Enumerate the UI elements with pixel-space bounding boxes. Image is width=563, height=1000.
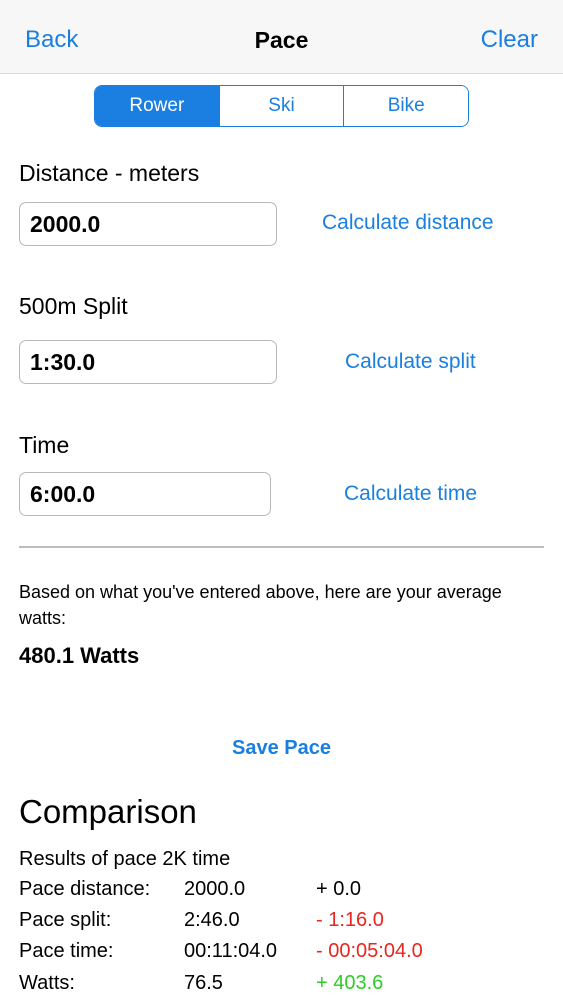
comparison-row-time: Pace time: 00:11:04.0 - 00:05:04.0	[19, 940, 559, 968]
average-watts-value: 480.1 Watts	[19, 643, 140, 668]
watts-info-text: Based on what you've entered above, here…	[19, 582, 502, 628]
comparison-diff: + 403.6	[316, 972, 384, 994]
comparison-value: 76.5	[184, 972, 223, 994]
clear-button[interactable]: Clear	[481, 26, 538, 54]
comparison-diff: - 1:16.0	[316, 909, 384, 931]
comparison-row-watts: Watts: 76.5 + 403.6	[19, 972, 559, 1000]
navigation-bar: Back Pace Clear	[0, 0, 563, 74]
split-label: 500m Split	[19, 293, 128, 319]
comparison-subtitle: Results of pace 2K time	[19, 848, 231, 870]
comparison-diff: + 0.0	[316, 878, 362, 900]
comparison-value: 00:11:04.0	[184, 940, 278, 962]
segment-bike[interactable]: Bike	[344, 86, 468, 126]
segment-ski[interactable]: Ski	[219, 86, 345, 126]
distance-label: Distance - meters	[19, 160, 200, 186]
section-divider	[19, 546, 544, 548]
comparison-value: 2:46.0	[184, 909, 240, 931]
page-title: Pace	[254, 27, 309, 53]
calculate-split-button[interactable]: Calculate split	[345, 350, 476, 374]
comparison-label: Pace split:	[19, 909, 112, 931]
comparison-title: Comparison	[19, 793, 197, 830]
comparison-label: Pace time:	[19, 940, 114, 962]
comparison-row-distance: Pace distance: 2000.0 + 0.0	[19, 878, 559, 906]
comparison-row-split: Pace split: 2:46.0 - 1:16.0	[19, 909, 559, 937]
time-label: Time	[19, 432, 70, 458]
calculate-distance-button[interactable]: Calculate distance	[322, 211, 494, 235]
comparison-label: Pace distance:	[19, 878, 151, 900]
time-input[interactable]: 6:00.0	[19, 472, 271, 516]
comparison-label: Watts:	[19, 972, 75, 994]
split-input[interactable]: 1:30.0	[19, 340, 277, 384]
distance-input[interactable]: 2000.0	[19, 202, 277, 246]
sport-segmented-control: Rower Ski Bike	[94, 85, 469, 127]
segment-rower[interactable]: Rower	[95, 86, 220, 126]
save-pace-button[interactable]: Save Pace	[0, 737, 563, 760]
comparison-value: 2000.0	[184, 878, 246, 900]
comparison-diff: - 00:05:04.0	[316, 940, 423, 962]
calculate-time-button[interactable]: Calculate time	[344, 482, 477, 506]
